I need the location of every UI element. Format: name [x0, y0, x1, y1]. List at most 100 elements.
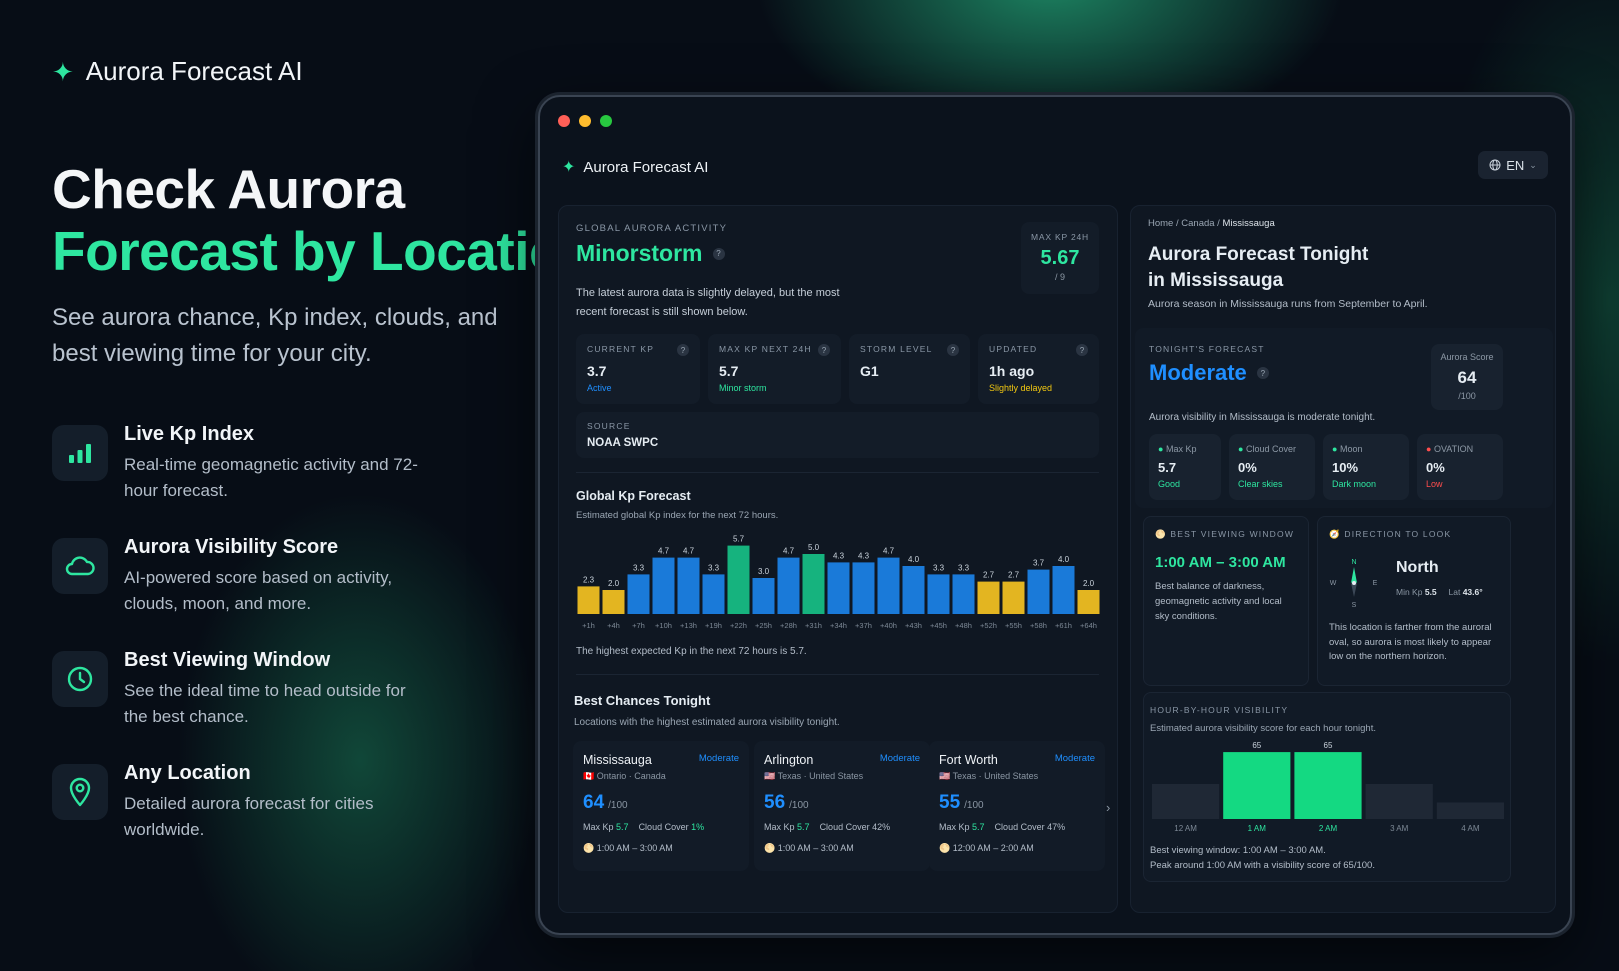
kp-tick-label: +55h [1005, 621, 1022, 630]
kp-tick-label: +22h [730, 621, 747, 630]
direction-desc: This location is farther from the aurora… [1329, 622, 1492, 662]
breadcrumb-city: Mississauga [1222, 218, 1275, 229]
kp-bar [952, 574, 975, 614]
kp-bar [652, 557, 675, 614]
cloud-icon [52, 538, 108, 594]
kp-tick-label: +4h [607, 621, 620, 630]
kp-tick-label: +31h [805, 621, 822, 630]
cloud-cover-label: Cloud Cover [994, 822, 1045, 832]
kp-bar-label: 2.7 [983, 571, 995, 580]
help-icon[interactable]: ? [818, 344, 830, 356]
visibility-badge: Moderate [698, 753, 739, 764]
compass-north: N [1351, 559, 1356, 566]
direction-stats: Min Kp 5.5 Lat 43.6° [1396, 587, 1483, 597]
city-region: 🇨🇦 Ontario · Canada [583, 771, 739, 782]
close-window-button[interactable] [558, 115, 570, 127]
metric-sub: Clear skies [1238, 479, 1283, 489]
max-kp-card: MAX KP 24H 5.67 / 9 [1021, 222, 1099, 294]
help-icon[interactable]: ? [1256, 367, 1269, 379]
season-note: Aurora season in Mississauga runs from S… [1148, 298, 1428, 310]
compass-west: W [1330, 580, 1337, 587]
time-window: 12:00 AM – 2:00 AM [952, 843, 1034, 853]
stat-value: G1 [860, 363, 879, 379]
score-value: 64 [583, 792, 605, 813]
city-card[interactable]: Fort Worth Moderate 🇺🇸 Texas · United St… [929, 741, 1105, 871]
breadcrumb-country[interactable]: Canada [1181, 218, 1214, 229]
kp-tick-label: +43h [905, 621, 922, 630]
kp-tick-label: +19h [705, 621, 722, 630]
metric-ovation: ● OVATION 0% Low [1417, 434, 1503, 500]
city-card[interactable]: Arlington Moderate 🇺🇸 Texas · United Sta… [754, 741, 930, 871]
help-icon[interactable]: ? [712, 247, 725, 260]
kp-bar [852, 562, 875, 614]
kp-forecast-subtitle: Estimated global Kp index for the next 7… [576, 510, 779, 521]
hourly-tick-label: 1 AM [1248, 824, 1267, 833]
kp-bar-label: 4.7 [883, 547, 895, 556]
region-label: Texas · United States [777, 771, 864, 781]
kp-bar-label: 3.3 [933, 563, 945, 572]
headline-line2: Forecast by Location [52, 220, 596, 282]
page-title: Aurora Forecast Tonight in Mississauga [1148, 242, 1368, 294]
kp-tick-label: +58h [1030, 621, 1047, 630]
hourly-bar [1152, 784, 1220, 819]
hourly-label: HOUR-BY-HOUR VISIBILITY [1150, 705, 1289, 715]
compass-needle-south [1351, 583, 1357, 597]
feature-desc: Real-time geomagnetic activity and 72-ho… [124, 455, 418, 500]
divider [576, 472, 1099, 473]
hourly-tick-label: 12 AM [1174, 824, 1197, 833]
kp-bar-label: 4.0 [908, 555, 920, 564]
city-stats: Max Kp 5.7 Cloud Cover 1% [583, 822, 739, 832]
kp-bar [902, 566, 925, 614]
tonight-forecast-card: TONIGHT'S FORECAST Moderate ? Aurora Sco… [1135, 328, 1553, 508]
kp-tick-label: +28h [780, 621, 797, 630]
kp-bar-label: 2.3 [583, 575, 595, 584]
help-icon[interactable]: ? [947, 344, 959, 356]
hourly-visibility-chart: 12 AM 65 1 AM 65 2 AM 3 AM 4 AM [1152, 741, 1504, 833]
feature-title: Best Viewing Window [124, 649, 331, 671]
score-scale: /100 [964, 800, 984, 811]
max-kp-label: Max Kp [939, 822, 970, 832]
kp-bar [1002, 581, 1025, 614]
city-card[interactable]: Mississauga Moderate 🇨🇦 Ontario · Canada… [573, 741, 749, 871]
delay-note: The latest aurora data is slightly delay… [576, 287, 840, 318]
kp-forecast-footer: The highest expected Kp in the next 72 h… [576, 646, 807, 657]
breadcrumb-home[interactable]: Home [1148, 218, 1173, 229]
stat-value: 3.7 [587, 363, 607, 379]
kp-bar-label: 3.3 [958, 563, 970, 572]
divider [576, 674, 1099, 675]
kp-bar-label: 2.0 [608, 579, 620, 588]
city-stats: Max Kp 5.7 Cloud Cover 42% [764, 822, 920, 832]
help-icon[interactable]: ? [677, 344, 689, 356]
feature-title: Any Location [124, 762, 251, 784]
aurora-score-label: Aurora Score [1440, 352, 1494, 362]
kp-tick-label: +13h [680, 621, 697, 630]
maximize-window-button[interactable] [600, 115, 612, 127]
cloud-cover-value: 47% [1047, 822, 1066, 832]
hourly-bar [1436, 802, 1504, 819]
kp-bar [802, 554, 825, 614]
kp-tick-label: +48h [955, 621, 972, 630]
max-kp-value: 5.7 [972, 822, 985, 832]
hourly-footer-line1: Best viewing window: 1:00 AM – 3:00 AM. [1150, 845, 1326, 856]
section-label: GLOBAL AURORA ACTIVITY [576, 223, 728, 234]
stat-card-current-kp: CURRENT KP? 3.7 Active [576, 334, 700, 404]
help-icon[interactable]: ? [1076, 344, 1088, 356]
lat-label: Lat [1448, 587, 1461, 597]
window-time: 1:00 AM – 3:00 AM [1155, 554, 1286, 571]
stat-sub: Active [587, 383, 612, 393]
sparkle-icon: ✦ [52, 56, 74, 87]
metric-label: OVATION [1433, 444, 1474, 454]
chevron-right-icon[interactable]: › [1106, 800, 1110, 815]
minimize-window-button[interactable] [579, 115, 591, 127]
kp-bar [677, 557, 700, 614]
time-window: 1:00 AM – 3:00 AM [777, 843, 854, 853]
hourly-subtitle: Estimated aurora visibility score for ea… [1150, 723, 1376, 734]
feature-item: Aurora Visibility Score AI-powered score… [52, 536, 512, 620]
language-selector[interactable]: EN ⌄ [1478, 151, 1548, 179]
max-kp-label: MAX KP 24H [1031, 232, 1089, 242]
app-name[interactable]: Aurora Forecast AI [583, 159, 708, 176]
kp-bar-label: 4.7 [783, 547, 795, 556]
compass-center [1352, 581, 1356, 585]
metric-value: 0% [1426, 460, 1445, 475]
kp-bar [927, 574, 950, 614]
